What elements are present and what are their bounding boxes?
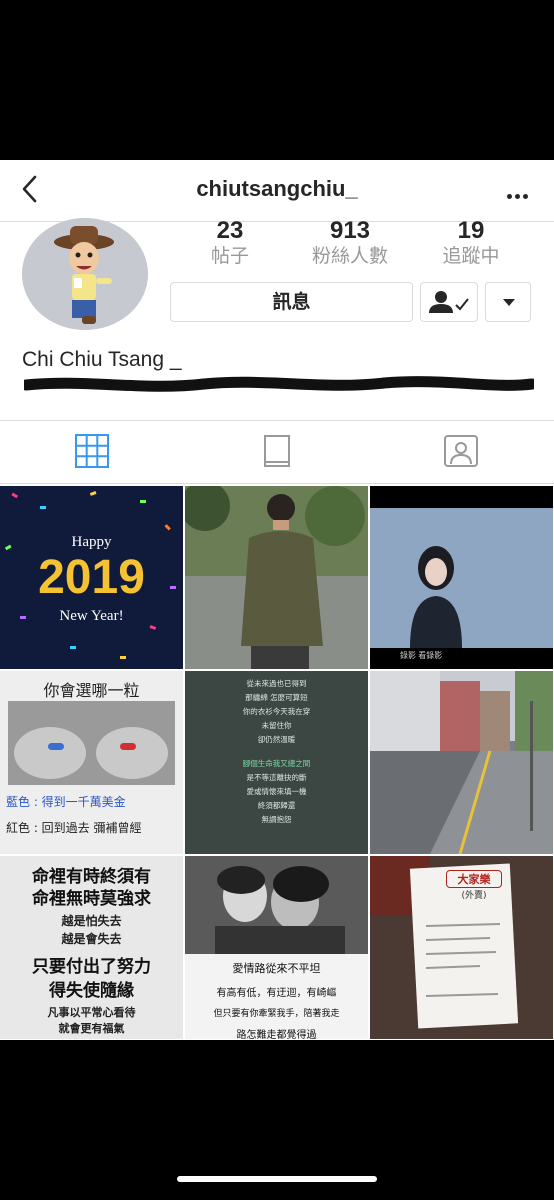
following-count[interactable]: 19 追蹤中	[411, 218, 531, 270]
post3-caption: 錄影 看錄影	[400, 651, 443, 660]
post9-subtitle: (外賣)	[461, 891, 487, 901]
avatar-image	[22, 218, 148, 330]
post-tile-9[interactable]: 大家樂 (外賣)	[370, 856, 553, 1039]
post8-line3: 但只要有你牽緊我手，陪著我走	[213, 1009, 340, 1019]
display-name: Chi Chiu Tsang _	[22, 348, 182, 371]
hands-pills-image	[8, 701, 175, 785]
post-tile-2[interactable]	[185, 486, 368, 669]
posts-count-label: 帖子	[210, 246, 249, 267]
grid-icon	[75, 434, 109, 468]
tagged-icon	[444, 435, 478, 467]
post4-blue-text: 藍色 : 得到一千萬美金	[6, 795, 126, 809]
followers-count-value: 913	[329, 217, 371, 244]
post-tile-8[interactable]: 愛情路從來不平坦 有高有低，有迂迴，有崎嶇 但只要有你牽緊我手，陪著我走 路怎難…	[185, 856, 368, 1039]
post7-line5: 只要付出了努力	[32, 957, 151, 977]
profile-screen: chiutsangchiu_ 23 帖子 913 粉絲人數 19 追蹤中 訊息 …	[0, 160, 554, 1040]
post7-line8: 就會更有福氣	[58, 1022, 125, 1035]
profile-tabs	[0, 420, 554, 484]
message-button[interactable]: 訊息	[170, 282, 413, 322]
caret-down-icon	[503, 299, 515, 306]
post7-line2: 命裡無時莫強求	[32, 889, 151, 909]
man-photo	[185, 486, 368, 669]
post4-red-text: 紅色 : 回到過去 彌補曾經	[6, 821, 142, 835]
more-options-button[interactable]	[504, 186, 528, 204]
followers-count-label: 粉絲人數	[311, 246, 388, 267]
post-tile-6[interactable]	[370, 671, 553, 854]
tab-tagged[interactable]	[441, 431, 481, 471]
following-button[interactable]	[420, 282, 478, 322]
tab-feed[interactable]	[257, 431, 297, 471]
post-tile-5[interactable]: 從未來過也已得到 那纏綿 怎麼可算短 你的衣衫今天我在穿 未留住你 卻仍然溫暖 …	[185, 671, 368, 854]
post5-lyrics: 從未來過也已得到 那纏綿 怎麼可算短 你的衣衫今天我在穿 未留住你 卻仍然溫暖 …	[242, 679, 311, 824]
post8-line2: 有高有低，有迂迴，有崎嶇	[216, 988, 337, 999]
post7-line7: 凡事以平常心看待	[47, 1006, 136, 1019]
woman-photo	[370, 486, 553, 669]
followers-count[interactable]: 913 粉絲人數	[290, 218, 410, 270]
post8-line1: 愛情路從來不平坦	[232, 962, 321, 975]
post9-logo-text: 大家樂	[446, 870, 502, 888]
post7-line4: 越是會失去	[61, 932, 122, 946]
post7-line6: 得失使隨緣	[49, 981, 134, 1001]
post-tile-4[interactable]: 你會選哪一粒 藍色 : 得到一千萬美金 紅色 : 回到過去 彌補曾經	[0, 671, 183, 854]
post1-line1: Happy	[71, 534, 112, 550]
redacted-bio-scribble	[24, 376, 534, 392]
profile-username: chiutsangchiu_	[196, 176, 358, 201]
suggestions-dropdown-button[interactable]	[485, 282, 531, 322]
post8-line4: 路怎難走都覺得過	[236, 1030, 317, 1039]
feed-icon	[264, 435, 290, 467]
post1-line2: 2019	[38, 551, 145, 604]
post-tile-1[interactable]: Happy 2019 New Year!	[0, 486, 183, 669]
avatar[interactable]	[22, 218, 148, 330]
post1-line3: New Year!	[59, 608, 124, 624]
home-indicator[interactable]	[177, 1176, 377, 1182]
post-tile-3[interactable]: 錄影 看錄影	[370, 486, 553, 669]
posts-count-value: 23	[216, 217, 244, 244]
posts-grid: Happy 2019 New Year! 錄影 看錄影 你會選哪一粒 藍色: …	[0, 486, 554, 1040]
tab-grid[interactable]	[72, 431, 112, 471]
couple-photo	[185, 856, 368, 954]
posts-count[interactable]: 23 帖子	[170, 218, 290, 270]
post7-line3: 越是怕失去	[61, 914, 122, 928]
more-horizontal-icon	[507, 194, 512, 199]
post-tile-7[interactable]: 命裡有時終須有 命裡無時莫強求 越是怕失去 越是會失去 只要付出了努力 得失使隨…	[0, 856, 183, 1039]
street-photo	[370, 671, 553, 854]
post4-title: 你會選哪一粒	[43, 681, 140, 700]
top-bar: chiutsangchiu_	[0, 160, 554, 222]
following-count-value: 19	[457, 217, 485, 244]
person-check-icon	[429, 291, 469, 313]
following-count-label: 追蹤中	[442, 246, 500, 267]
